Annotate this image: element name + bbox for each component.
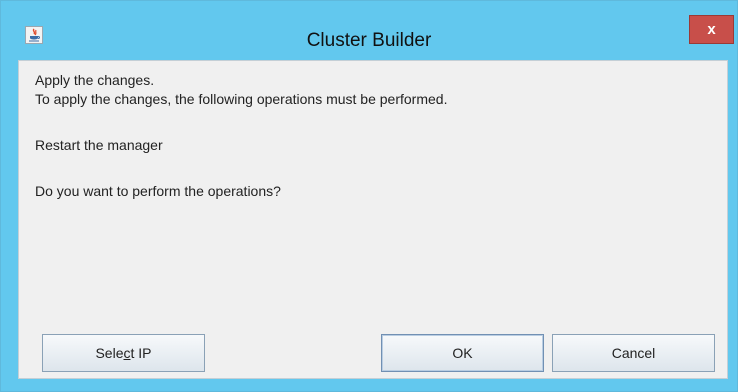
window-title: Cluster Builder <box>306 30 432 51</box>
operation-text: Restart the manager <box>35 137 163 153</box>
dialog-content: Apply the changes. To apply the changes,… <box>18 60 728 379</box>
message-line-2: To apply the changes, the following oper… <box>35 91 448 107</box>
question-text: Do you want to perform the operations? <box>35 183 281 199</box>
dialog-window: Cluster Builder x Apply the changes. To … <box>0 0 738 392</box>
select-ip-label-suffix: t IP <box>130 345 152 361</box>
ok-button[interactable]: OK <box>381 334 544 372</box>
close-icon: x <box>707 21 716 38</box>
select-ip-button[interactable]: Select IP <box>42 334 205 372</box>
select-ip-mnemonic: c <box>123 345 131 361</box>
select-ip-label-prefix: Sele <box>95 345 124 361</box>
close-button[interactable]: x <box>689 15 734 44</box>
cancel-button[interactable]: Cancel <box>552 334 715 372</box>
title-bar[interactable]: Cluster Builder x <box>1 1 737 59</box>
message-line-1: Apply the changes. <box>35 72 155 88</box>
